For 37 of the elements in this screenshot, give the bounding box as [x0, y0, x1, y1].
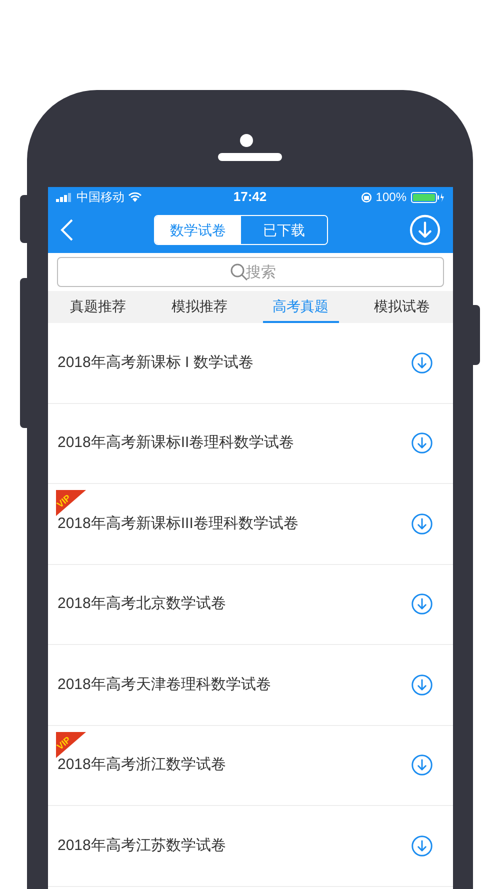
paper-title: 2018年高考北京数学试卷	[58, 594, 227, 614]
search-icon	[230, 263, 248, 281]
paper-row[interactable]: 2018年高考新课标 I 数学试卷	[48, 323, 452, 404]
status-time: 17:42	[233, 188, 267, 206]
vip-badge: VIP	[56, 732, 86, 758]
paper-row[interactable]: 2018年高考北京数学试卷	[48, 564, 452, 645]
lock-rotation-icon	[360, 192, 372, 202]
paper-row[interactable]: 2018年高考天津卷理科数学试卷	[48, 645, 452, 726]
search-field[interactable]: 搜索	[56, 257, 444, 287]
paper-row[interactable]: VIP 2018年高考新课标III卷理科数学试卷	[48, 484, 452, 564]
download-icon[interactable]	[410, 432, 432, 454]
speaker-slot	[218, 153, 282, 161]
paper-row[interactable]: 2018年高考新课标II卷理科数学试卷	[48, 404, 452, 484]
category-tab[interactable]: 真题推荐	[60, 291, 136, 323]
paper-title: 2018年高考新课标 I 数学试卷	[58, 352, 254, 372]
signal-icon	[56, 192, 74, 202]
download-icon[interactable]	[410, 754, 432, 776]
paper-title: 2018年高考新课标II卷理科数学试卷	[58, 433, 296, 453]
download-icon[interactable]	[410, 593, 432, 616]
paper-title: 2018年高考新课标III卷理科数学试卷	[58, 514, 300, 534]
download-icon[interactable]	[410, 834, 432, 857]
wifi-icon	[128, 192, 142, 202]
battery-icon	[410, 192, 444, 202]
download-icon[interactable]	[410, 352, 432, 374]
back-icon[interactable]	[60, 218, 74, 242]
paper-title: 2018年高考浙江数学试卷	[58, 755, 227, 775]
paper-row[interactable]: VIP 2018年高考浙江数学试卷	[48, 726, 452, 806]
paper-title: 2018年高考天津卷理科数学试卷	[58, 674, 272, 694]
carrier-name: 中国移动	[76, 189, 124, 206]
battery-percent: 100%	[376, 189, 406, 206]
download-icon[interactable]	[410, 674, 432, 696]
download-icon[interactable]	[410, 512, 432, 535]
paper-row[interactable]: 2018年高考江苏数学试卷	[48, 806, 452, 886]
vip-badge: VIP	[56, 490, 86, 516]
category-tab[interactable]: 模拟推荐	[161, 291, 238, 323]
category-tab[interactable]: 模拟试卷	[364, 291, 440, 323]
paper-title: 2018年高考江苏数学试卷	[58, 836, 227, 856]
